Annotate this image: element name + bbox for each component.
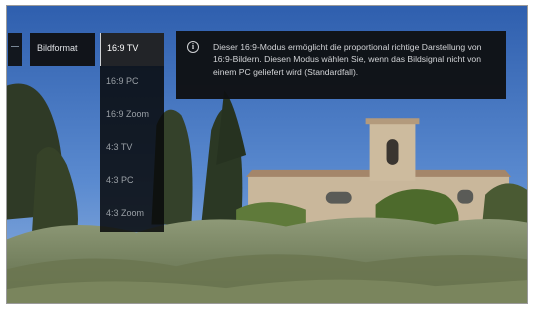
option-16-9-zoom[interactable]: 16:9 Zoom: [100, 99, 164, 132]
option-16-9-pc[interactable]: 16:9 PC: [100, 66, 164, 99]
help-tooltip: i Dieser 16:9-Modus ermöglicht die propo…: [176, 31, 506, 99]
menu-category-bildformat[interactable]: Bildformat: [30, 33, 95, 66]
tv-screen: Bildformat 16:9 TV 16:9 PC 16:9 Zoom 4:3…: [6, 5, 528, 304]
picture-format-option-list: 16:9 TV 16:9 PC 16:9 Zoom 4:3 TV 4:3 PC …: [100, 33, 164, 232]
option-16-9-tv[interactable]: 16:9 TV: [100, 33, 164, 66]
option-4-3-zoom[interactable]: 4:3 Zoom: [100, 198, 164, 231]
option-4-3-tv[interactable]: 4:3 TV: [100, 132, 164, 165]
info-icon: i: [187, 41, 199, 53]
previous-menu-level[interactable]: [8, 33, 22, 66]
tooltip-text: Dieser 16:9-Modus ermöglicht die proport…: [213, 42, 482, 77]
option-4-3-pc[interactable]: 4:3 PC: [100, 165, 164, 198]
menu-handle-icon: [11, 46, 19, 47]
